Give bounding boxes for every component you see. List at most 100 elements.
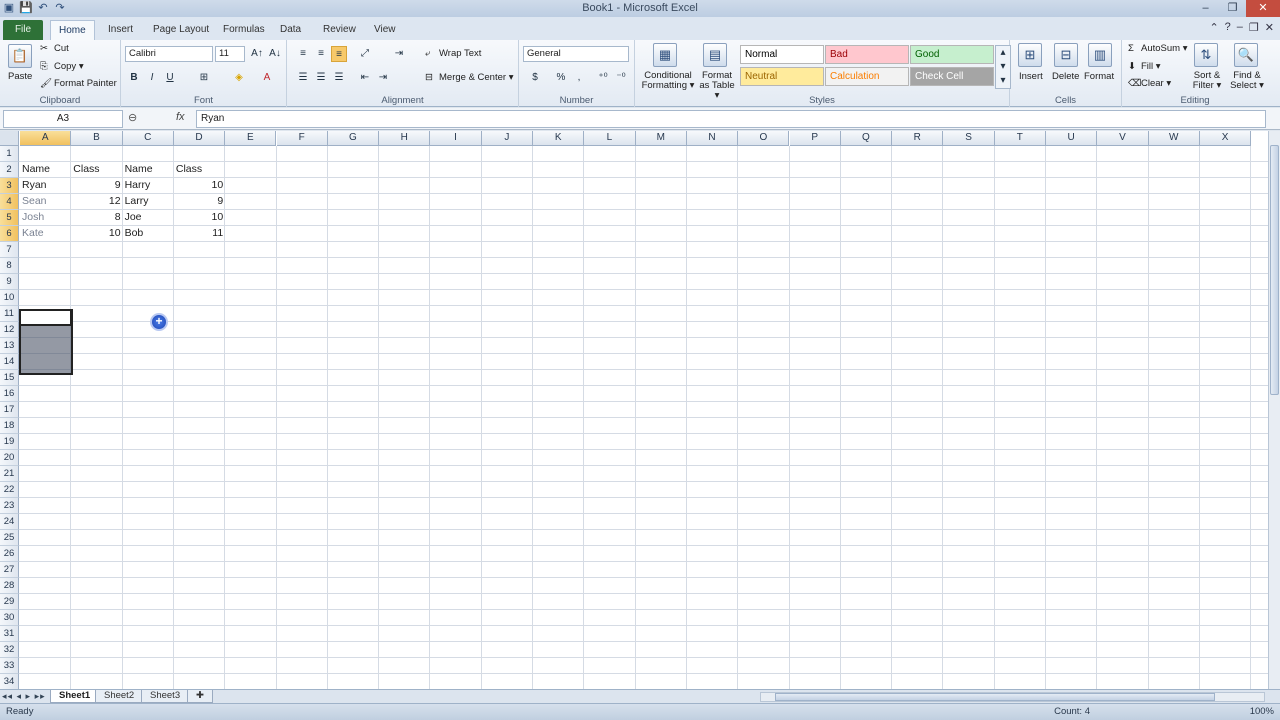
decrease-indent-icon[interactable]: ⇤ <box>357 70 373 86</box>
increase-indent-icon[interactable]: ⇥ <box>375 70 391 86</box>
paste-button[interactable]: Paste <box>8 71 32 82</box>
row-header-18[interactable]: 18 <box>0 418 19 434</box>
align-left-icon[interactable]: ☰ <box>295 70 311 86</box>
cell-b4[interactable]: 12 <box>71 194 122 210</box>
grow-font-icon[interactable]: A↑ <box>249 46 265 62</box>
column-header-x[interactable]: X <box>1199 131 1252 146</box>
row-header-31[interactable]: 31 <box>0 626 19 642</box>
cell-b3[interactable]: 9 <box>71 178 122 194</box>
column-header-p[interactable]: P <box>789 131 841 146</box>
currency-button[interactable]: $ <box>527 70 543 86</box>
autosum-icon[interactable]: Σ <box>1128 43 1134 54</box>
row-header-5[interactable]: 5 <box>0 210 19 226</box>
row-header-6[interactable]: 6 <box>0 226 19 242</box>
vertical-scrollbar[interactable] <box>1268 131 1280 689</box>
help-icon[interactable]: ? <box>1225 21 1231 34</box>
tab-page-layout[interactable]: Page Layout <box>145 20 217 40</box>
font-size-dropdown[interactable]: 11 <box>215 46 245 62</box>
column-header-m[interactable]: M <box>635 131 687 146</box>
row-header-8[interactable]: 8 <box>0 258 19 274</box>
number-format-dropdown[interactable]: General <box>523 46 629 62</box>
row-header-26[interactable]: 26 <box>0 546 19 562</box>
row-header-32[interactable]: 32 <box>0 642 19 658</box>
formula-input[interactable]: Ryan <box>196 110 1266 128</box>
row-header-25[interactable]: 25 <box>0 530 19 546</box>
cell-a4[interactable]: Sean <box>20 194 71 210</box>
insert-cells-icon[interactable]: ⊞ <box>1018 43 1042 67</box>
fill-color-icon[interactable]: ◈ <box>231 70 247 86</box>
insert-function-button[interactable]: fx <box>176 111 185 123</box>
worksheet-grid[interactable]: ABCDEFGHIJKLMNOPQRSTUVWX 1 2 3 4 5 6 7 8 9 10 11 12… <box>0 131 1268 689</box>
style-check-cell[interactable]: Check Cell <box>910 67 994 86</box>
row-header-1[interactable]: 1 <box>0 146 19 162</box>
sheet-navigation-icon[interactable]: ◂◂ ◂ ▸ ▸▸ <box>2 691 46 702</box>
column-header-o[interactable]: O <box>738 131 790 146</box>
cell-c3[interactable]: Harry <box>123 178 174 194</box>
tab-data[interactable]: Data <box>272 20 309 40</box>
row-header-14[interactable]: 14 <box>0 354 19 370</box>
column-header-q[interactable]: Q <box>840 131 893 146</box>
row-header-4[interactable]: 4 <box>0 194 19 210</box>
column-header-i[interactable]: I <box>430 131 482 146</box>
restore-button[interactable]: ❐ <box>1219 0 1246 17</box>
cell-a6[interactable]: Kate <box>20 226 71 242</box>
sort-filter-icon[interactable]: ⇅ <box>1194 43 1218 67</box>
clear-button[interactable]: Clear ▾ <box>1141 78 1171 89</box>
row-header-2[interactable]: 2 <box>0 162 19 178</box>
cell-c6[interactable]: Bob <box>123 226 174 242</box>
workbook-minimize-icon[interactable]: – <box>1237 21 1243 34</box>
row-header-10[interactable]: 10 <box>0 290 19 306</box>
underline-button[interactable]: U <box>162 70 178 86</box>
tab-file[interactable]: File <box>3 20 43 40</box>
column-header-k[interactable]: K <box>533 131 585 146</box>
cell-b5[interactable]: 8 <box>71 210 122 226</box>
conditional-formatting-button[interactable]: Conditional Formatting ▾ <box>638 71 698 91</box>
find-select-icon[interactable]: 🔍 <box>1234 43 1258 67</box>
find-select-button[interactable]: Find & Select ▾ <box>1228 71 1266 91</box>
row-header-24[interactable]: 24 <box>0 514 19 530</box>
column-header-j[interactable]: J <box>481 131 533 146</box>
row-header-27[interactable]: 27 <box>0 562 19 578</box>
cell-a3[interactable]: Ryan <box>20 178 71 194</box>
cell-d6[interactable]: 11 <box>174 226 225 242</box>
copy-icon[interactable]: ⎘ <box>40 61 48 72</box>
cell-b6[interactable]: 10 <box>71 226 122 242</box>
row-header-13[interactable]: 13 <box>0 338 19 354</box>
column-header-l[interactable]: L <box>584 131 636 146</box>
vertical-scroll-thumb[interactable] <box>1270 145 1279 395</box>
column-header-s[interactable]: S <box>943 131 995 146</box>
minimize-ribbon-icon[interactable]: ⌃ <box>1209 21 1218 34</box>
format-as-table-icon[interactable]: ▤ <box>703 43 727 67</box>
font-color-icon[interactable]: A <box>259 70 275 86</box>
cell-a2[interactable]: Name <box>20 162 71 178</box>
row-header-22[interactable]: 22 <box>0 482 19 498</box>
column-header-f[interactable]: F <box>276 131 328 146</box>
sheet-tab-sheet3[interactable]: Sheet3 <box>141 690 190 703</box>
tab-review[interactable]: Review <box>315 20 364 40</box>
bold-button[interactable]: B <box>126 70 142 86</box>
cell-c5[interactable]: Joe <box>123 210 174 226</box>
decrease-decimal-icon[interactable]: ⁻⁰ <box>613 70 629 86</box>
align-middle-icon[interactable]: ≡ <box>313 46 329 62</box>
align-center-icon[interactable]: ☰ <box>313 70 329 86</box>
merge-center-button[interactable]: Merge & Center ▾ <box>439 72 513 83</box>
wrap-text-icon[interactable]: ⤶ <box>425 48 430 59</box>
cell-b2[interactable]: Class <box>71 162 122 178</box>
borders-icon[interactable]: ⊞ <box>196 70 212 86</box>
column-header-r[interactable]: R <box>892 131 944 146</box>
row-header-21[interactable]: 21 <box>0 466 19 482</box>
row-header-3[interactable]: 3 <box>0 178 19 194</box>
percent-button[interactable]: % <box>553 70 569 86</box>
row-header-16[interactable]: 16 <box>0 386 19 402</box>
workbook-restore-icon[interactable]: ❐ <box>1249 21 1259 34</box>
cell-a5[interactable]: Josh <box>20 210 71 226</box>
increase-decimal-icon[interactable]: ⁺⁰ <box>595 70 611 86</box>
column-header-e[interactable]: E <box>225 131 277 146</box>
fill-icon[interactable]: ⬇ <box>1128 61 1136 72</box>
column-header-c[interactable]: C <box>122 131 174 146</box>
row-header-33[interactable]: 33 <box>0 658 19 674</box>
format-cells-icon[interactable]: ▥ <box>1088 43 1112 67</box>
column-header-b[interactable]: B <box>71 131 123 146</box>
row-header-23[interactable]: 23 <box>0 498 19 514</box>
delete-cells-icon[interactable]: ⊟ <box>1054 43 1078 67</box>
